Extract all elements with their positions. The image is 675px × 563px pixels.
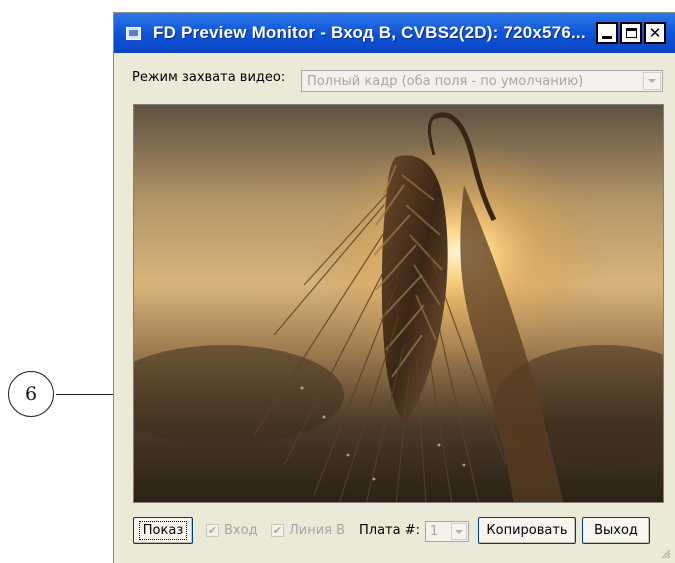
close-icon: ✕: [648, 23, 662, 42]
capture-mode-row: Режим захвата видео:: [132, 70, 285, 85]
capture-mode-select[interactable]: Полный кадр (оба поля - по умолчанию): [301, 70, 663, 92]
line-checkbox[interactable]: ✔: [271, 524, 284, 537]
show-button[interactable]: Показ: [133, 517, 193, 544]
resize-grip-icon[interactable]: [661, 549, 671, 559]
preview-monitor-window: FD Preview Monitor - Вход B, CVBS2(2D): …: [113, 12, 675, 563]
video-preview: [133, 104, 664, 503]
line-checkbox-label: Линия B: [289, 523, 346, 538]
minimize-button[interactable]: [596, 22, 618, 44]
dropdown-arrow-icon[interactable]: [451, 523, 467, 540]
input-checkbox-label: Вход: [224, 523, 258, 538]
callout-number: 6: [24, 383, 38, 405]
minimize-icon: [602, 35, 612, 39]
board-value: 1: [430, 524, 439, 539]
board-select[interactable]: 1: [425, 521, 469, 542]
capture-mode-label: Режим захвата видео:: [132, 70, 286, 85]
title-bar[interactable]: FD Preview Monitor - Вход B, CVBS2(2D): …: [114, 13, 675, 53]
exit-button[interactable]: Выход: [582, 517, 650, 544]
maximize-button[interactable]: [620, 22, 642, 44]
wheat-sunset-image: [134, 105, 663, 502]
input-checkbox[interactable]: ✔: [206, 524, 219, 537]
app-icon: [126, 26, 141, 40]
bottom-toolbar: Показ ✔ Вход ✔ Линия B Плата #: 1 Копиро…: [114, 517, 675, 547]
maximize-icon: [625, 28, 637, 38]
board-label: Плата #:: [359, 523, 420, 538]
callout-marker: 6: [8, 371, 54, 417]
copy-button[interactable]: Копировать: [478, 517, 576, 544]
close-button[interactable]: ✕: [644, 22, 666, 44]
capture-mode-value: Полный кадр (оба поля - по умолчанию): [307, 73, 584, 89]
show-button-label: Показ: [138, 521, 188, 540]
dropdown-arrow-icon[interactable]: [643, 72, 661, 90]
window-title: FD Preview Monitor - Вход B, CVBS2(2D): …: [153, 23, 586, 42]
